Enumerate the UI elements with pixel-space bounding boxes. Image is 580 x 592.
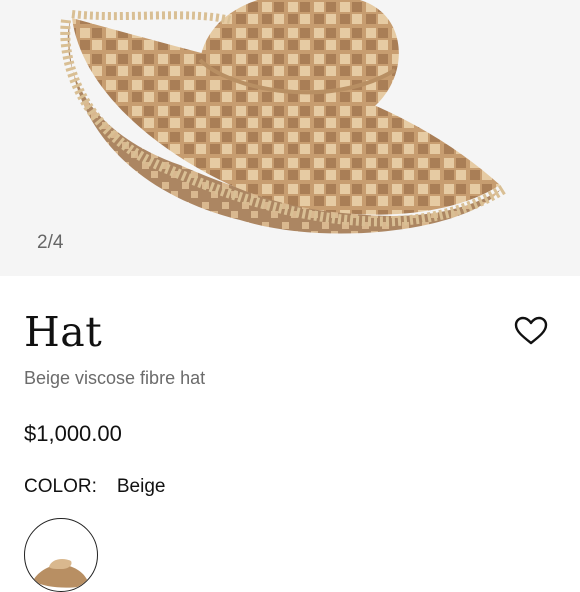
product-subtitle: Beige viscose fibre hat: [24, 368, 206, 388]
hat-swatch-thumbnail: [33, 559, 89, 588]
color-value: Beige: [116, 476, 166, 497]
product-price: $1,000.00: [24, 421, 122, 446]
heart-outline-icon: [514, 316, 548, 345]
product-image: [60, 0, 508, 234]
color-selection-row: COLOR: Beige: [24, 476, 165, 498]
color-swatch-beige[interactable]: [24, 518, 98, 592]
product-title: Hat: [24, 308, 103, 356]
color-label: COLOR:: [24, 476, 97, 497]
product-image-gallery[interactable]: 2/4: [0, 0, 580, 276]
image-counter: 2/4: [37, 232, 64, 253]
favorite-button[interactable]: [512, 314, 550, 348]
